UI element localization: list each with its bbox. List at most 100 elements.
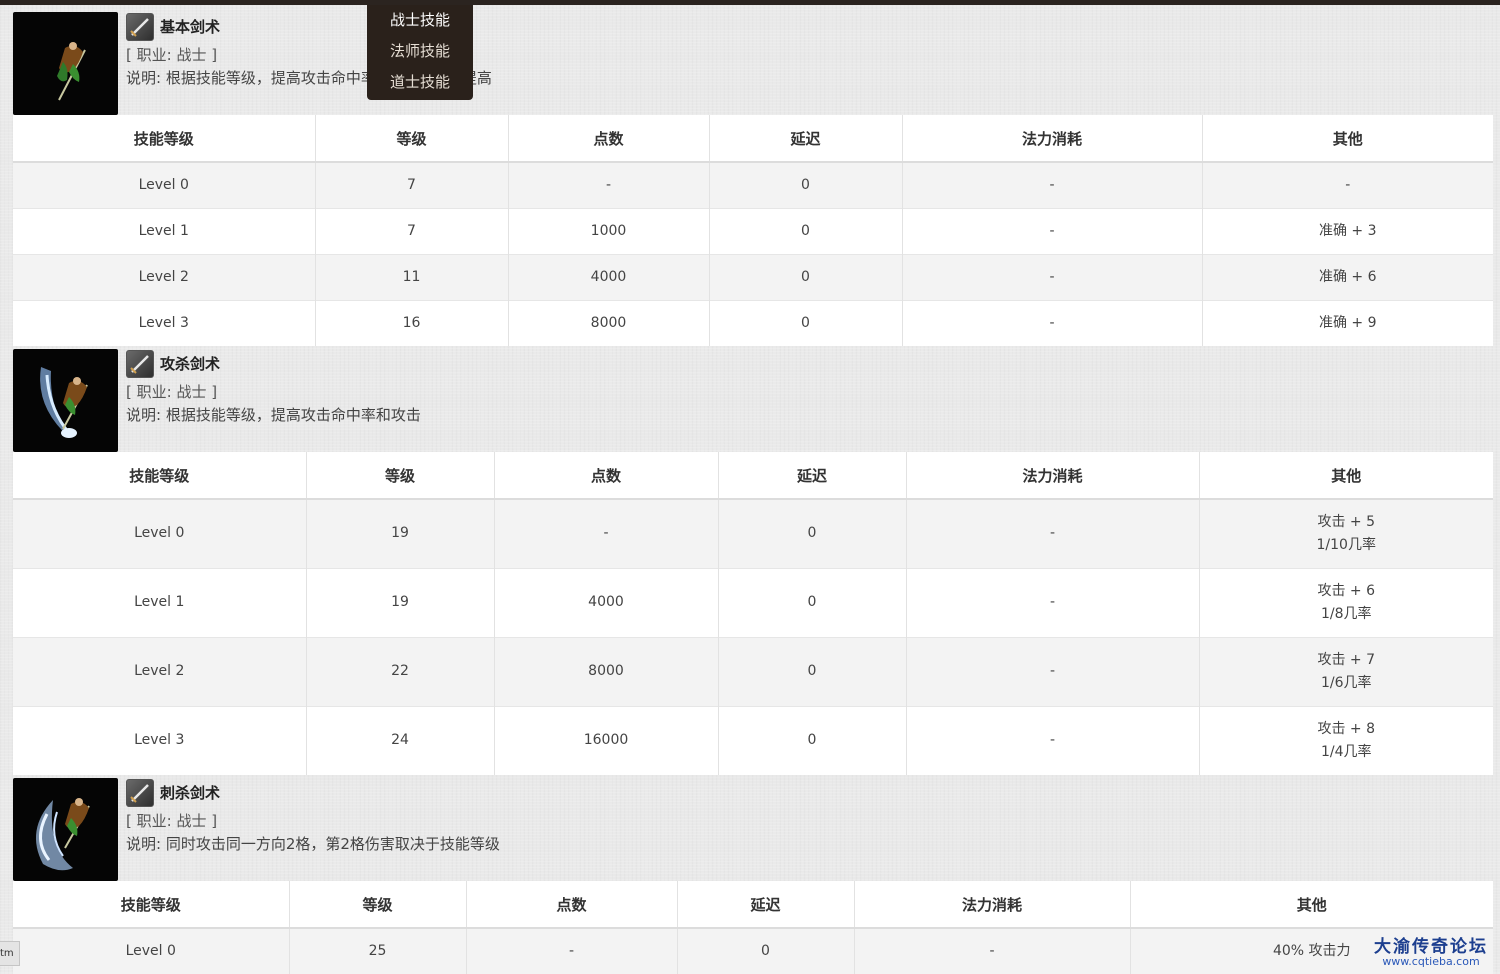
- skill-animation-image: [13, 778, 118, 881]
- cell: 19: [306, 498, 495, 568]
- cell-other: 攻击 + 6 1/8几率: [1199, 567, 1493, 637]
- watermark-url: www.cqtieba.com: [1382, 955, 1480, 968]
- skill-description: 说明: 同时攻击同一方向2格，第2格伤害取决于技能等级: [126, 835, 500, 853]
- skill-section-3: 刺杀剑术 [ 职业: 战士 ] 说明: 同时攻击同一方向2格，第2格伤害取决于技…: [13, 778, 1493, 974]
- cell: 4000: [494, 567, 719, 637]
- skill-level-table: 技能等级 等级 点数 延迟 法力消耗 其他 Level 07-0-- Level…: [13, 115, 1493, 346]
- header-points: 点数: [466, 881, 678, 929]
- skill-section-1: 基本剑术 [ 职业: 战士 ] 说明: 根据技能等级，提高攻击命中率将会得到提高…: [13, 12, 1493, 346]
- cell-other: 攻击 + 7 1/6几率: [1199, 636, 1493, 706]
- menu-item-warrior-skills[interactable]: 战士技能: [367, 5, 473, 36]
- cell: 准确 + 6: [1202, 253, 1493, 300]
- cell: Level 3: [13, 299, 316, 346]
- skill-job: [ 职业: 战士 ]: [126, 383, 218, 401]
- cell: Level 1: [13, 567, 307, 637]
- header-other: 其他: [1130, 881, 1493, 929]
- cell: -: [906, 705, 1200, 775]
- table-row: Level 1 7 1000 0- 准确 + 3: [13, 207, 1493, 254]
- header-other: 其他: [1202, 115, 1493, 163]
- cell: 11: [315, 253, 509, 300]
- cell: 0: [718, 567, 907, 637]
- header-level: 等级: [315, 115, 509, 163]
- cell: 准确 + 3: [1202, 207, 1493, 254]
- cell: -: [906, 636, 1200, 706]
- cell: Level 0: [13, 927, 290, 974]
- cell: -: [906, 567, 1200, 637]
- cell: Level 3: [13, 705, 307, 775]
- header-mana-cost: 法力消耗: [854, 881, 1131, 929]
- cell: 0: [718, 705, 907, 775]
- sword-icon: [126, 779, 154, 807]
- cell: Level 1: [13, 207, 316, 254]
- header-level: 等级: [289, 881, 467, 929]
- cell: Level 0: [13, 161, 316, 208]
- header-other: 其他: [1199, 452, 1493, 500]
- sword-icon: [126, 350, 154, 378]
- header-skill-level: 技能等级: [13, 881, 290, 929]
- skill-animation-image: [13, 349, 118, 452]
- table-row: Level 2 22 8000 0- 攻击 + 7 1/6几率: [13, 636, 1493, 706]
- menu-item-taoist-skills[interactable]: 道士技能: [367, 67, 473, 98]
- table-row: Level 0 25-0-40% 攻击力: [13, 927, 1493, 974]
- header-points: 点数: [508, 115, 710, 163]
- header-skill-level: 技能等级: [13, 452, 307, 500]
- table-row: Level 3 16 8000 0- 准确 + 9: [13, 299, 1493, 346]
- header-delay: 延迟: [677, 881, 855, 929]
- header-points: 点数: [494, 452, 719, 500]
- skill-name: 刺杀剑术: [160, 784, 221, 802]
- cell-other: 攻击 + 8 1/4几率: [1199, 705, 1493, 775]
- cell: 0: [718, 636, 907, 706]
- table-row: Level 0 19-0- 攻击 + 5 1/10几率: [13, 498, 1493, 568]
- cell: 8000: [508, 299, 710, 346]
- skill-header: 基本剑术 [ 职业: 战士 ] 说明: 根据技能等级，提高攻击命中率将会得到提高: [13, 12, 1493, 115]
- cell: 0: [709, 207, 903, 254]
- cell-other: 攻击 + 5 1/10几率: [1199, 498, 1493, 568]
- table-row: Level 07-0--: [13, 161, 1493, 208]
- header-delay: 延迟: [718, 452, 907, 500]
- cell: 0: [709, 299, 903, 346]
- skill-name: 基本剑术: [160, 18, 221, 36]
- header-delay: 延迟: [709, 115, 903, 163]
- status-tab[interactable]: tm: [0, 941, 20, 966]
- cell: -: [466, 927, 678, 974]
- cell: 16: [315, 299, 509, 346]
- skill-section-2: 攻杀剑术 [ 职业: 战士 ] 说明: 根据技能等级，提高攻击命中率和攻击 技能…: [13, 349, 1493, 775]
- cell: 0: [677, 927, 855, 974]
- skill-header: 攻杀剑术 [ 职业: 战士 ] 说明: 根据技能等级，提高攻击命中率和攻击: [13, 349, 1493, 452]
- cell: -: [494, 498, 719, 568]
- table-row: Level 1 19 4000 0- 攻击 + 6 1/8几率: [13, 567, 1493, 637]
- cell: 1000: [508, 207, 710, 254]
- table-header-row: 技能等级 等级 点数 延迟 法力消耗 其他: [13, 115, 1493, 163]
- cell: 0: [718, 498, 907, 568]
- cell: 24: [306, 705, 495, 775]
- cell: -: [1202, 161, 1493, 208]
- cell: 19: [306, 567, 495, 637]
- cell: -: [902, 207, 1203, 254]
- menu-item-mage-skills[interactable]: 法师技能: [367, 36, 473, 67]
- cell: 7: [315, 207, 509, 254]
- cell: -: [902, 299, 1203, 346]
- skill-level-table: 技能等级 等级 点数 延迟 法力消耗 其他 Level 0 25-0-40% 攻击…: [13, 881, 1493, 974]
- skill-job: [ 职业: 战士 ]: [126, 46, 218, 64]
- cell: 4000: [508, 253, 710, 300]
- skill-job: [ 职业: 战士 ]: [126, 812, 218, 830]
- header-skill-level: 技能等级: [13, 115, 316, 163]
- cell: -: [508, 161, 710, 208]
- watermark-title: 大渝传奇论坛: [1374, 937, 1488, 957]
- cell: 准确 + 9: [1202, 299, 1493, 346]
- table-header-row: 技能等级 等级 点数 延迟 法力消耗 其他: [13, 881, 1493, 929]
- skill-description: 说明: 根据技能等级，提高攻击命中率和攻击: [126, 406, 421, 424]
- cell: 25: [289, 927, 467, 974]
- skill-header: 刺杀剑术 [ 职业: 战士 ] 说明: 同时攻击同一方向2格，第2格伤害取决于技…: [13, 778, 1493, 881]
- cell: 8000: [494, 636, 719, 706]
- cell: -: [902, 161, 1203, 208]
- cell: -: [854, 927, 1131, 974]
- table-row: Level 2 11 4000 0- 准确 + 6: [13, 253, 1493, 300]
- cell: -: [902, 253, 1203, 300]
- cell: 16000: [494, 705, 719, 775]
- top-bar: [0, 0, 1500, 5]
- cell: -: [906, 498, 1200, 568]
- table-header-row: 技能等级 等级 点数 延迟 法力消耗 其他: [13, 452, 1493, 500]
- skill-level-table: 技能等级 等级 点数 延迟 法力消耗 其他 Level 0 19-0- 攻击 + …: [13, 452, 1493, 775]
- table-row: Level 3 24 16000 0- 攻击 + 8 1/4几率: [13, 705, 1493, 775]
